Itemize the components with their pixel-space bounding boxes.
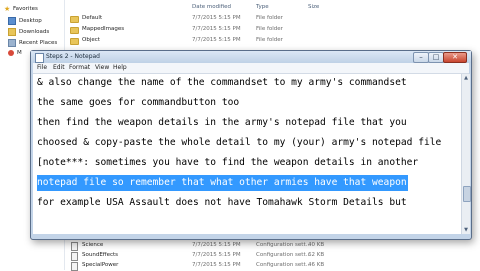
scroll-thumb[interactable] [463, 186, 471, 202]
file-date: 7/7/2015 5:15 PM [192, 242, 241, 248]
text-editor[interactable]: & also change the name of the commandset… [33, 74, 461, 234]
file-size: 62 KB [308, 252, 325, 258]
nav-item-label: Desktop [19, 18, 42, 24]
file-size: 46 KB [308, 262, 325, 268]
nav-item-label: Downloads [19, 29, 50, 35]
file-name: MappedImages [82, 26, 125, 32]
notepad-window: Steps 2 - Notepad – □ ✕ File Edit Format… [30, 50, 472, 240]
close-button[interactable]: ✕ [443, 52, 467, 63]
scroll-up-icon[interactable]: ▲ [462, 74, 470, 82]
maximize-button[interactable]: □ [428, 52, 444, 63]
nav-item-downloads[interactable]: Downloads [8, 27, 49, 37]
file-row[interactable]: Object 7/7/2015 5:15 PM File folder [64, 36, 480, 46]
file-type: Configuration sett... [256, 262, 311, 268]
text-line: [note***: sometimes you have to find the… [37, 157, 419, 168]
file-type: File folder [256, 26, 283, 32]
downloads-icon [8, 28, 16, 36]
file-name: Object [82, 37, 100, 43]
text-line: for example USA Assault does not have To… [37, 197, 407, 208]
file-name: SpecialPower [82, 262, 119, 268]
folder-icon [8, 50, 14, 56]
menu-help[interactable]: Help [113, 64, 127, 71]
text-line: & also change the name of the commandset… [37, 77, 407, 88]
config-file-icon [71, 242, 78, 251]
file-date: 7/7/2015 5:15 PM [192, 26, 241, 32]
text-line: then find the weapon details in the army… [37, 117, 407, 128]
file-type: Configuration sett... [256, 242, 311, 248]
nav-item-favorites[interactable]: ★ Favorites [4, 4, 38, 14]
file-date: 7/7/2015 5:15 PM [192, 252, 241, 258]
desktop-icon [8, 17, 16, 25]
folder-icon [70, 27, 79, 34]
star-icon: ★ [4, 5, 11, 13]
file-name: Science [82, 242, 104, 248]
file-row[interactable]: SoundEffects 7/7/2015 5:15 PM Configurat… [64, 251, 480, 261]
file-row[interactable]: MappedImages 7/7/2015 5:15 PM File folde… [64, 25, 480, 35]
config-file-icon [71, 252, 78, 261]
nav-item-desktop[interactable]: Desktop [8, 16, 42, 26]
file-row[interactable]: Science 7/7/2015 5:15 PM Configuration s… [64, 241, 480, 251]
file-date: 7/7/2015 5:15 PM [192, 262, 241, 268]
file-type: File folder [256, 15, 283, 21]
folder-icon [70, 38, 79, 45]
folder-icon [70, 16, 79, 23]
menu-file[interactable]: File [37, 64, 47, 71]
menu-edit[interactable]: Edit [53, 64, 65, 71]
file-row[interactable]: Default 7/7/2015 5:15 PM File folder [64, 14, 480, 24]
nav-item-m[interactable]: M [8, 48, 22, 58]
recent-places-icon [8, 39, 16, 47]
file-date: 7/7/2015 5:15 PM [192, 15, 241, 21]
nav-item-recent-places[interactable]: Recent Places [8, 38, 57, 48]
notepad-icon [35, 53, 44, 63]
file-type: File folder [256, 37, 283, 43]
file-name: Default [82, 15, 103, 21]
nav-item-label: Favorites [13, 6, 38, 12]
minimize-button[interactable]: – [413, 52, 429, 63]
text-line: choosed & copy-paste the whole detail to… [37, 137, 442, 148]
title-bar[interactable]: Steps 2 - Notepad – □ ✕ [31, 51, 471, 63]
menu-format[interactable]: Format [69, 64, 90, 71]
vertical-scrollbar[interactable]: ▲ ▼ [461, 74, 471, 234]
selected-text-line: notepad file so remember that what other… [37, 175, 408, 191]
file-size: 40 KB [308, 242, 325, 248]
window-title: Steps 2 - Notepad [46, 53, 100, 60]
file-date: 7/7/2015 5:15 PM [192, 37, 241, 43]
scroll-down-icon[interactable]: ▼ [462, 226, 470, 234]
column-header-size[interactable]: Size [308, 4, 319, 10]
nav-item-label: M [17, 50, 22, 56]
column-header-date[interactable]: Date modified [192, 4, 231, 10]
menu-view[interactable]: View [95, 64, 109, 71]
nav-item-label: Recent Places [19, 40, 58, 46]
file-type: Configuration sett... [256, 252, 311, 258]
text-line: the same goes for commandbutton too [37, 97, 240, 108]
menu-bar: File Edit Format View Help [33, 63, 469, 74]
column-header-type[interactable]: Type [256, 4, 269, 10]
file-name: SoundEffects [82, 252, 119, 258]
